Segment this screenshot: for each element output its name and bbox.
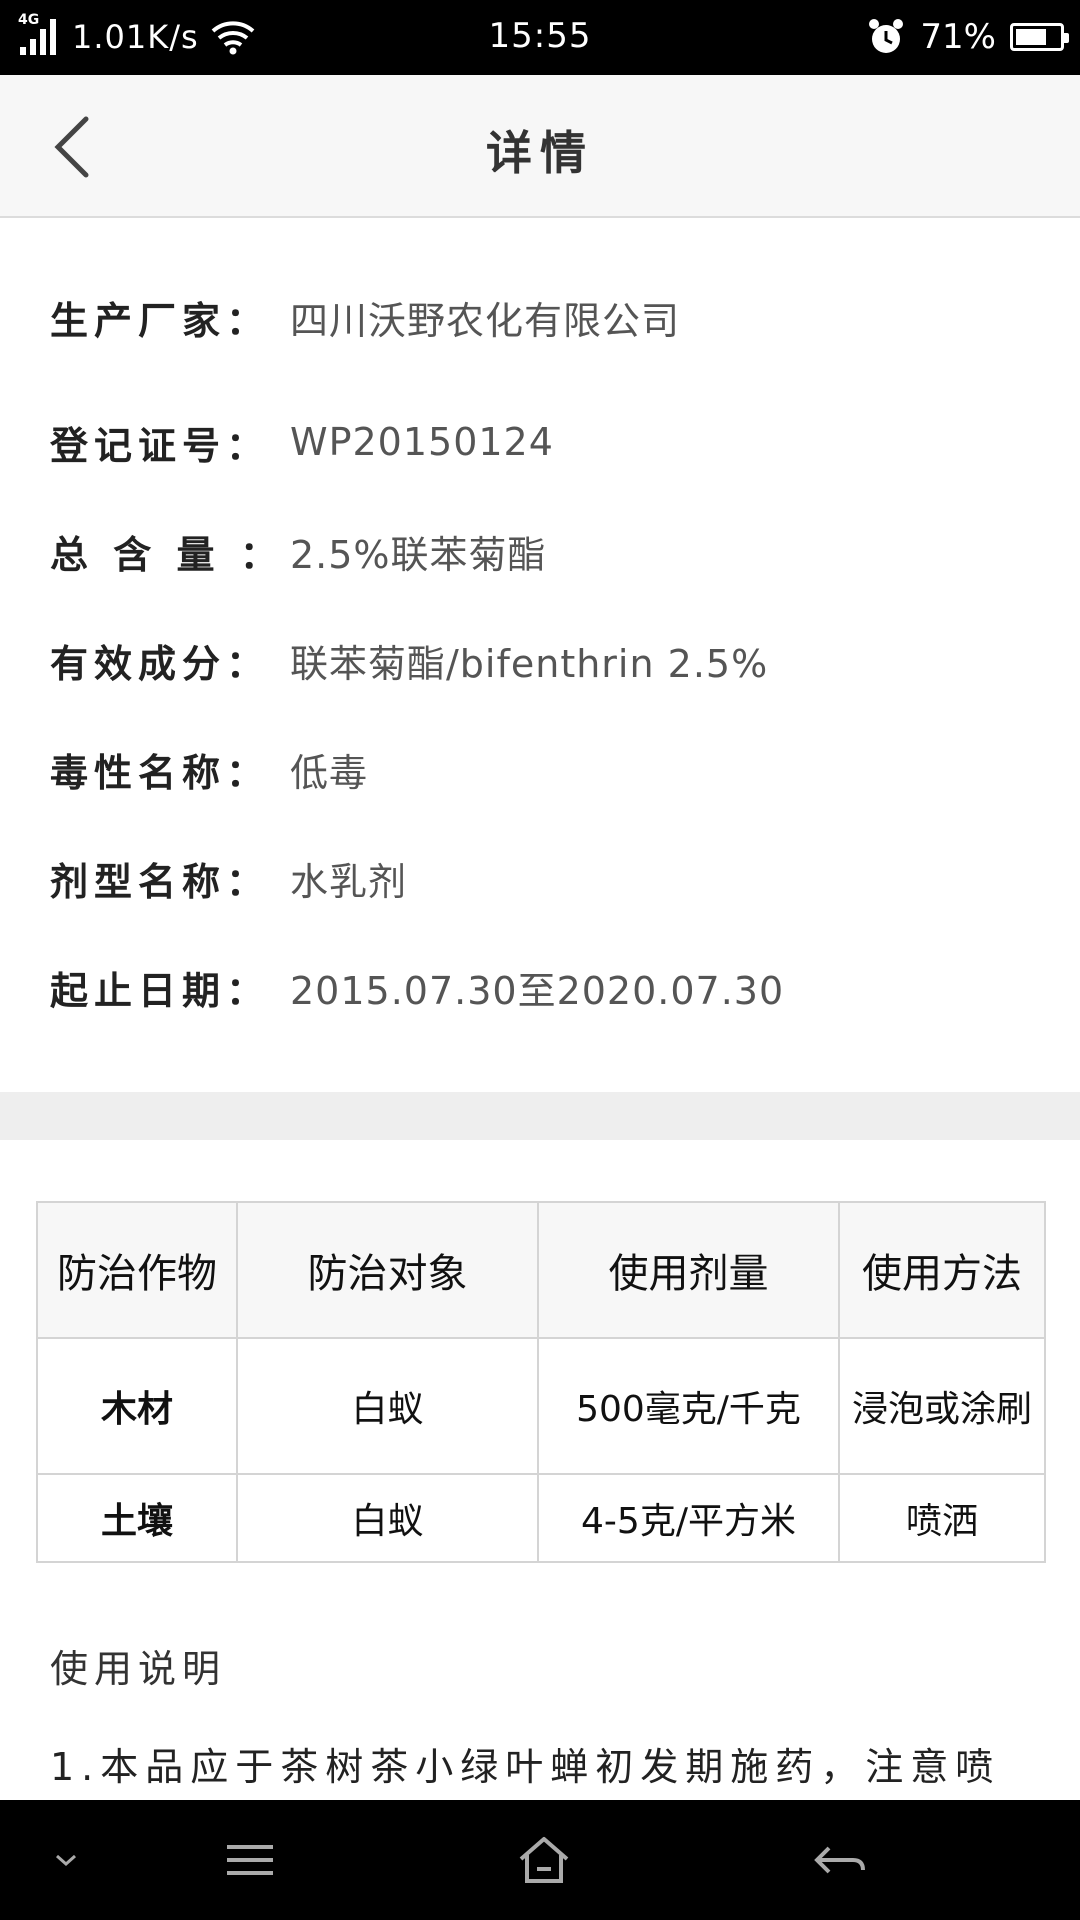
manufacturer-row: 生产厂家： 四川沃野农化有限公司: [50, 287, 680, 347]
cell-target: 白蚁: [236, 1473, 539, 1563]
validity-value: 2015.07.30至2020.07.30: [290, 968, 785, 1013]
validity-row: 起止日期： 2015.07.30至2020.07.30: [50, 957, 784, 1017]
back-arrow-icon: [814, 1846, 865, 1874]
table-header-row: 防治作物 防治对象 使用剂量 使用方法: [36, 1201, 1046, 1339]
page-title: 详情: [486, 126, 594, 180]
header-method: 使用方法: [838, 1201, 1046, 1339]
header-target: 防治对象: [236, 1201, 539, 1339]
cell-dosage: 500毫克/千克: [537, 1337, 840, 1475]
table-row: 木材 白蚁 500毫克/千克 浸泡或涂刷: [36, 1337, 1046, 1475]
registration-label: 登记证号：: [50, 423, 271, 468]
battery-fill: [1016, 29, 1046, 45]
total-content-row: 总 含 量 ： 2.5%联苯菊酯: [50, 521, 547, 581]
status-bar: 4G 1.01K/s 15:55 71%: [0, 0, 1080, 75]
header-dosage: 使用剂量: [537, 1201, 840, 1339]
cell-method: 喷洒: [838, 1473, 1046, 1563]
formulation-label: 剂型名称：: [50, 859, 271, 904]
section-divider: [0, 1092, 1080, 1140]
active-ingredient-label: 有效成分：: [50, 641, 271, 686]
instructions-heading: 使用说明: [50, 1647, 227, 1691]
total-content-value: 2.5%联苯菊酯: [290, 532, 547, 577]
table-row: 土壤 白蚁 4-5克/平方米 喷洒: [36, 1473, 1046, 1563]
navigation-bar: [0, 1800, 1080, 1920]
home-icon: [519, 1837, 569, 1883]
battery-icon: [1010, 23, 1069, 51]
battery-percent: 71%: [920, 17, 996, 57]
registration-value: WP20150124: [290, 420, 554, 464]
header: 详情: [0, 75, 1080, 218]
validity-label: 起止日期：: [50, 968, 271, 1013]
manufacturer-label: 生产厂家：: [50, 298, 271, 343]
total-content-label: 总 含 量 ：: [50, 532, 284, 577]
cell-target: 白蚁: [236, 1337, 539, 1475]
formulation-row: 剂型名称： 水乳剂: [50, 848, 407, 908]
back-nav-button[interactable]: [800, 1800, 880, 1920]
cell-crop: 土壤: [36, 1473, 238, 1563]
toxicity-row: 毒性名称： 低毒: [50, 739, 368, 799]
menu-button[interactable]: [210, 1800, 290, 1920]
menu-icon: [227, 1845, 273, 1875]
cell-method: 浸泡或涂刷: [838, 1337, 1046, 1475]
instructions-text: 1.本品应于茶树茶小绿叶蝉初发期施药，注意喷: [50, 1745, 1001, 1789]
formulation-value: 水乳剂: [290, 859, 408, 904]
home-button[interactable]: [500, 1800, 588, 1920]
status-right: 71%: [866, 14, 1069, 60]
header-crop: 防治作物: [36, 1201, 238, 1339]
registration-row: 登记证号： WP20150124: [50, 412, 554, 472]
cell-crop: 木材: [36, 1337, 238, 1475]
battery-tip: [1064, 33, 1069, 43]
cell-dosage: 4-5克/平方米: [537, 1473, 840, 1563]
toxicity-label: 毒性名称：: [50, 750, 271, 795]
collapse-nav-button[interactable]: [36, 1800, 96, 1920]
active-ingredient-value: 联苯菊酯/bifenthrin 2.5%: [290, 641, 769, 686]
active-ingredient-row: 有效成分： 联苯菊酯/bifenthrin 2.5%: [50, 630, 768, 690]
usage-table: 防治作物 防治对象 使用剂量 使用方法 木材 白蚁 500毫克/千克 浸泡或涂刷…: [36, 1201, 1046, 1563]
toxicity-value: 低毒: [290, 750, 369, 795]
manufacturer-value: 四川沃野农化有限公司: [290, 298, 681, 343]
chevron-down-icon: [56, 1854, 76, 1867]
alarm-icon: [869, 19, 904, 53]
